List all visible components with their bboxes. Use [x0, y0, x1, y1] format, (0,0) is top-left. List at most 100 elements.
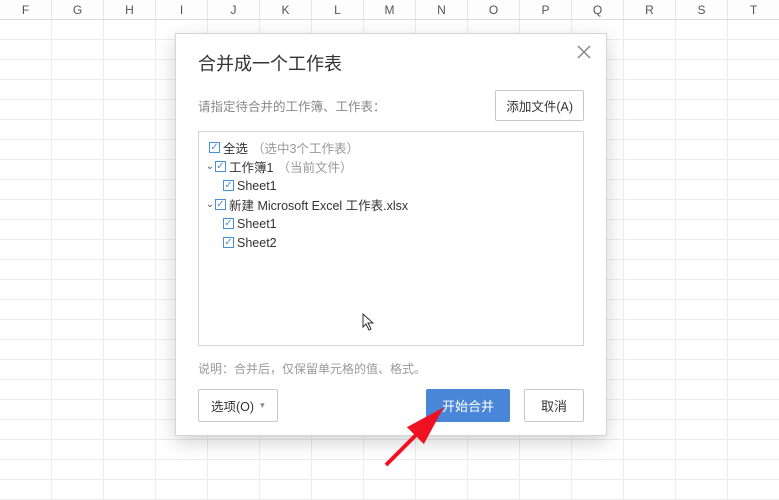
cell[interactable]: [104, 380, 156, 399]
cell[interactable]: [728, 240, 779, 259]
column-header[interactable]: I: [156, 0, 208, 19]
cell[interactable]: [52, 160, 104, 179]
cell[interactable]: [52, 260, 104, 279]
cell[interactable]: [728, 80, 779, 99]
cell[interactable]: [0, 340, 52, 359]
cell[interactable]: [676, 120, 728, 139]
cell[interactable]: [728, 460, 779, 479]
tree-sheet[interactable]: ✓ Sheet2: [205, 233, 577, 252]
cell[interactable]: [52, 200, 104, 219]
cell[interactable]: [468, 460, 520, 479]
cell[interactable]: [728, 120, 779, 139]
column-header[interactable]: S: [676, 0, 728, 19]
cell[interactable]: [624, 300, 676, 319]
checkbox-icon[interactable]: ✓: [215, 161, 226, 172]
close-icon[interactable]: [574, 44, 594, 64]
cell[interactable]: [624, 380, 676, 399]
cell[interactable]: [676, 180, 728, 199]
cell[interactable]: [728, 300, 779, 319]
cell[interactable]: [676, 280, 728, 299]
cell[interactable]: [624, 140, 676, 159]
cell[interactable]: [156, 460, 208, 479]
cell[interactable]: [572, 480, 624, 499]
cell[interactable]: [0, 460, 52, 479]
cell[interactable]: [0, 60, 52, 79]
cell[interactable]: [104, 420, 156, 439]
cell[interactable]: [624, 160, 676, 179]
cell[interactable]: [312, 480, 364, 499]
column-header[interactable]: M: [364, 0, 416, 19]
worksheet-tree[interactable]: ✓ 全选 （选中3个工作表） ⌄ ✓ 工作簿1 （当前文件） ✓ Sheet1 …: [198, 131, 584, 346]
cell[interactable]: [624, 200, 676, 219]
cell[interactable]: [104, 160, 156, 179]
options-button[interactable]: 选项(O) ▾: [198, 389, 278, 422]
cell[interactable]: [104, 200, 156, 219]
cell[interactable]: [208, 460, 260, 479]
cell[interactable]: [520, 460, 572, 479]
column-header[interactable]: R: [624, 0, 676, 19]
cell[interactable]: [676, 320, 728, 339]
cell[interactable]: [676, 220, 728, 239]
cell[interactable]: [728, 200, 779, 219]
cell[interactable]: [728, 20, 779, 39]
cell[interactable]: [676, 460, 728, 479]
cell[interactable]: [312, 440, 364, 459]
cell[interactable]: [0, 360, 52, 379]
cell[interactable]: [104, 240, 156, 259]
cell[interactable]: [104, 480, 156, 499]
cell[interactable]: [52, 220, 104, 239]
cell[interactable]: [624, 360, 676, 379]
cell[interactable]: [104, 460, 156, 479]
cell[interactable]: [520, 480, 572, 499]
cell[interactable]: [728, 440, 779, 459]
cell[interactable]: [0, 400, 52, 419]
cell[interactable]: [624, 420, 676, 439]
cell[interactable]: [676, 360, 728, 379]
cell[interactable]: [416, 460, 468, 479]
cell[interactable]: [0, 380, 52, 399]
cell[interactable]: [312, 460, 364, 479]
cell[interactable]: [676, 80, 728, 99]
cell[interactable]: [520, 440, 572, 459]
cell[interactable]: [624, 400, 676, 419]
cell[interactable]: [624, 100, 676, 119]
cell[interactable]: [728, 320, 779, 339]
chevron-down-icon[interactable]: ⌄: [205, 199, 215, 210]
cell[interactable]: [52, 40, 104, 59]
cell[interactable]: [468, 440, 520, 459]
cell[interactable]: [624, 220, 676, 239]
cell[interactable]: [52, 320, 104, 339]
cell[interactable]: [728, 180, 779, 199]
column-header[interactable]: L: [312, 0, 364, 19]
cell[interactable]: [728, 160, 779, 179]
cell[interactable]: [104, 100, 156, 119]
cell[interactable]: [364, 460, 416, 479]
cell[interactable]: [624, 480, 676, 499]
cell[interactable]: [728, 420, 779, 439]
cell[interactable]: [0, 320, 52, 339]
column-header[interactable]: P: [520, 0, 572, 19]
column-header[interactable]: Q: [572, 0, 624, 19]
cell[interactable]: [676, 440, 728, 459]
cell[interactable]: [0, 240, 52, 259]
cell[interactable]: [728, 360, 779, 379]
cell[interactable]: [104, 120, 156, 139]
cell[interactable]: [624, 460, 676, 479]
cell[interactable]: [624, 180, 676, 199]
cell[interactable]: [728, 340, 779, 359]
cell[interactable]: [0, 480, 52, 499]
cell[interactable]: [104, 140, 156, 159]
cell[interactable]: [676, 380, 728, 399]
cell[interactable]: [728, 280, 779, 299]
cell[interactable]: [208, 480, 260, 499]
cell[interactable]: [0, 160, 52, 179]
cell[interactable]: [676, 60, 728, 79]
cell[interactable]: [0, 420, 52, 439]
cell[interactable]: [468, 480, 520, 499]
cell[interactable]: [676, 240, 728, 259]
cell[interactable]: [52, 400, 104, 419]
cell[interactable]: [624, 40, 676, 59]
cell[interactable]: [156, 440, 208, 459]
cell[interactable]: [104, 340, 156, 359]
cell[interactable]: [104, 80, 156, 99]
